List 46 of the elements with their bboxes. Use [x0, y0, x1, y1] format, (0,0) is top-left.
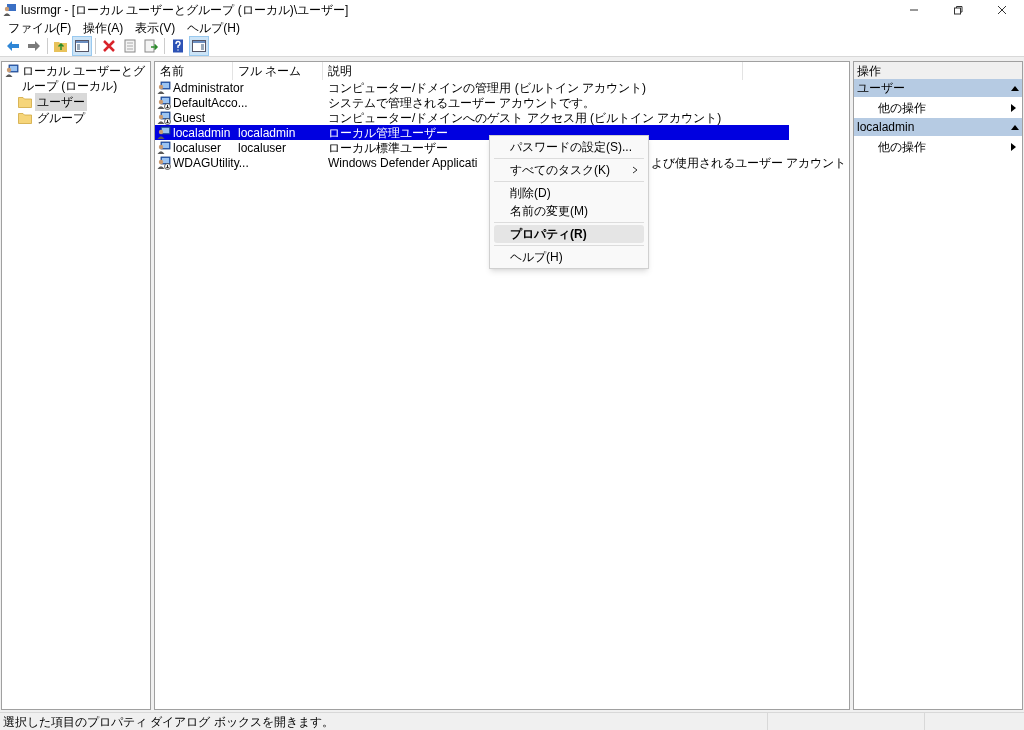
collapse-icon [1011, 124, 1019, 130]
actions-section-header[interactable]: ユーザー [854, 79, 1022, 97]
collapse-icon [1011, 85, 1019, 91]
chevron-icon [632, 166, 638, 174]
actions-title: 操作 [854, 62, 1022, 79]
submenu-arrow-icon [1011, 142, 1016, 151]
column-header[interactable]: フル ネーム [233, 62, 323, 80]
tree-item[interactable]: グループ [35, 109, 87, 127]
description-cell-text: コンピューター/ドメインへのゲスト アクセス用 (ビルトイン アカウント) [328, 109, 722, 127]
menu-item[interactable]: ヘルプ(H) [182, 18, 245, 37]
description-cell-text: コンピューター/ドメインの管理用 (ビルトイン アカウント) [328, 79, 646, 97]
restore-icon [953, 4, 963, 15]
description-cell-text: システムで管理されるユーザー アカウントです。 [328, 95, 596, 112]
actions-section-header[interactable]: localadmin [854, 118, 1022, 136]
description-cell-text: よび使用されるユーザー アカウント [650, 154, 846, 172]
column-header[interactable]: 名前 [155, 62, 233, 80]
description-cell-text: ローカル管理ユーザー [328, 124, 448, 142]
menu-item[interactable]: 操作(A) [78, 18, 129, 37]
submenu-arrow-icon [1011, 103, 1016, 112]
context-menu-item[interactable]: パスワードの設定(S)... [494, 138, 644, 156]
folder-icon [18, 96, 32, 108]
description-cell-text: Windows Defender Applicati [328, 154, 478, 172]
context-menu-item[interactable]: プロパティ(R) [494, 225, 644, 243]
folder-icon [18, 112, 32, 124]
console-tree-icon[interactable] [72, 36, 92, 56]
full-name-cell: localadmin [238, 125, 296, 140]
user-icon [5, 64, 19, 78]
tree-item[interactable]: ユーザー [35, 93, 87, 111]
context-menu-item[interactable]: すべてのタスク(K) [494, 161, 644, 179]
menu-item[interactable]: 表示(V) [130, 18, 181, 37]
export-icon[interactable] [141, 36, 161, 56]
tree-item[interactable]: ローカル ユーザーとグループ (ローカル) [22, 64, 150, 94]
action-pane-icon[interactable] [189, 36, 209, 56]
close-icon [997, 4, 1007, 15]
context-menu-item[interactable]: 削除(D) [494, 184, 644, 202]
menu-item[interactable]: ファイル(F) [3, 18, 77, 37]
context-menu-item[interactable]: ヘルプ(H) [494, 248, 644, 266]
status-text: 選択した項目のプロパティ ダイアログ ボックスを開きます。 [2, 713, 335, 730]
description-cell-text: ローカル標準ユーザー [328, 139, 448, 157]
column-header[interactable]: 説明 [323, 62, 743, 80]
app-icon [3, 2, 17, 17]
action-item[interactable]: 他の操作 [854, 97, 1022, 118]
full-name-cell: localuser [238, 140, 287, 155]
context-menu-item[interactable]: 名前の変更(M) [494, 202, 644, 220]
action-item[interactable]: 他の操作 [854, 136, 1022, 157]
window-title: lusrmgr - [ローカル ユーザーとグループ (ローカル)\ユーザー] [21, 1, 349, 19]
